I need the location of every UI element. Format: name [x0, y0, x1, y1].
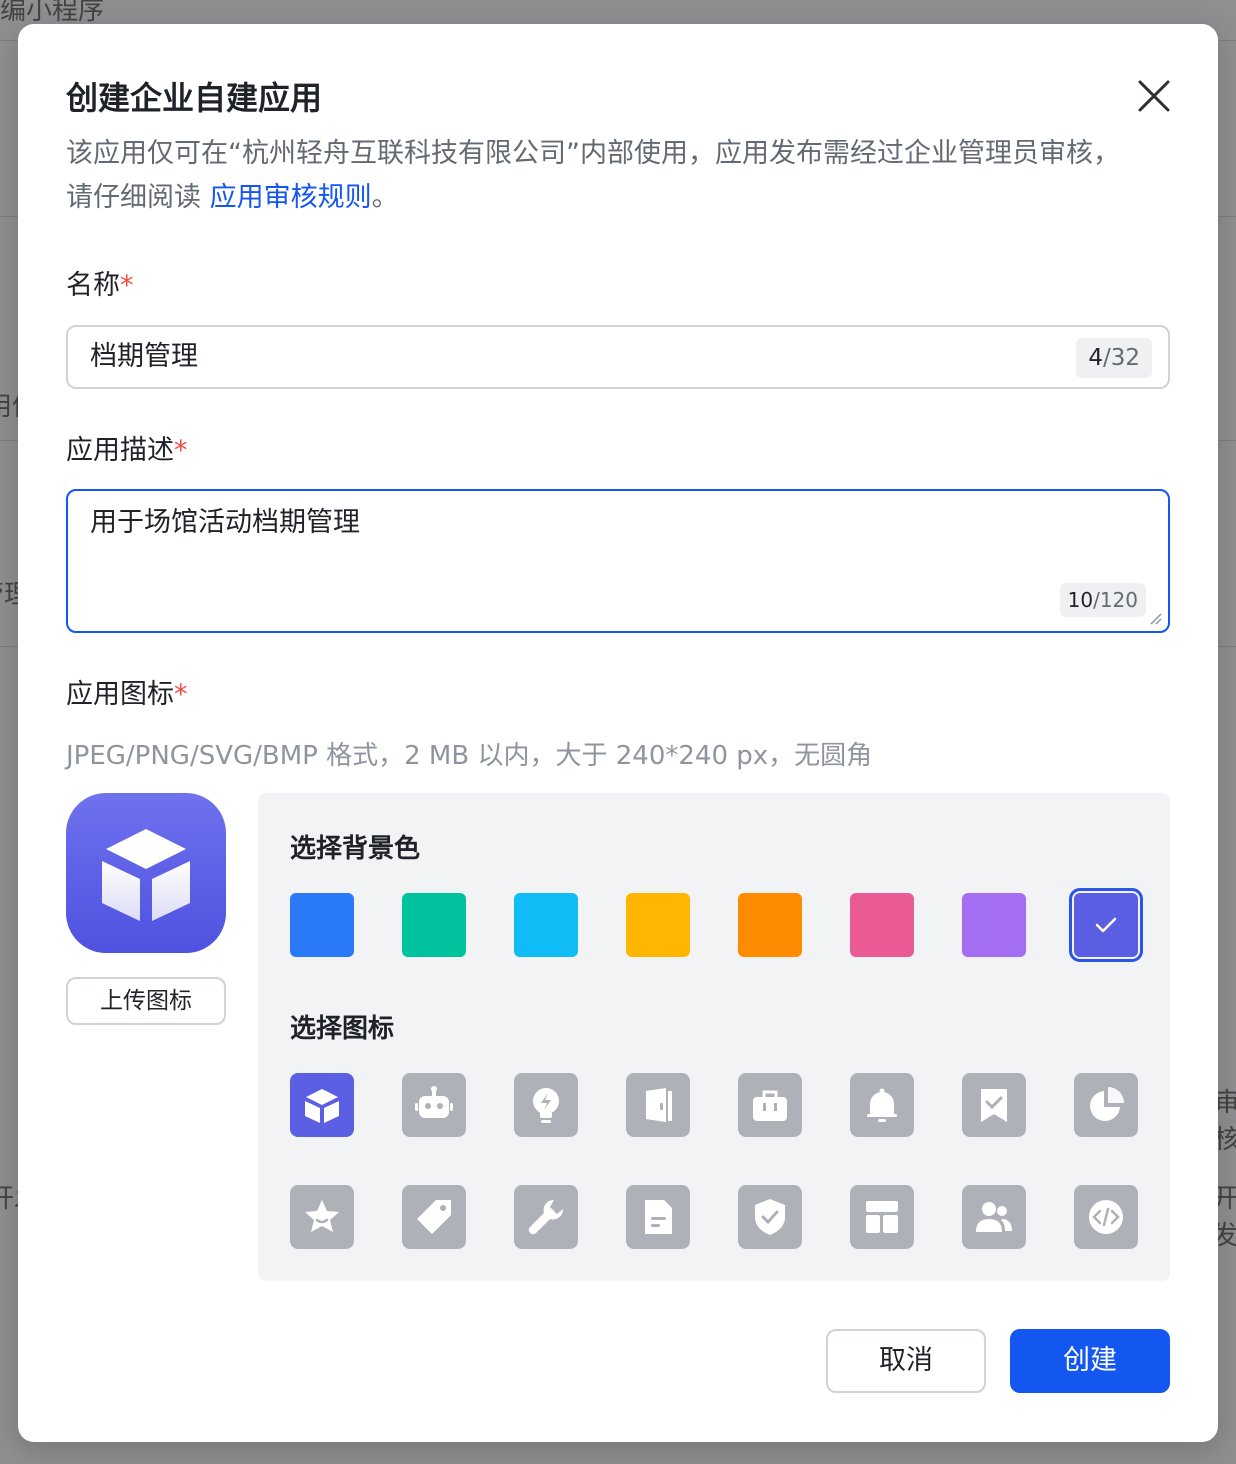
icon-format-hint: JPEG/PNG/SVG/BMP 格式，2 MB 以内，大于 240*240 p…: [66, 741, 873, 771]
description-label: 应用描述*: [66, 433, 188, 469]
icon-option-users[interactable]: [962, 1185, 1026, 1249]
wrench-icon: [528, 1199, 564, 1235]
description-end: 。: [371, 182, 399, 213]
close-icon: [1138, 80, 1170, 112]
icon-option-robot[interactable]: [402, 1073, 466, 1137]
bookmark-check-icon: [981, 1089, 1007, 1122]
icon-label: 应用图标*: [66, 677, 188, 713]
pie-chart-icon: [1090, 1087, 1124, 1121]
description-textarea[interactable]: 用于场馆活动档期管理 10/120: [66, 489, 1170, 633]
icon-option-bell[interactable]: [850, 1073, 914, 1137]
icon-option-document[interactable]: [626, 1185, 690, 1249]
star-icon: [305, 1200, 339, 1232]
create-app-dialog: 创建企业自建应用 该应用仅可在“杭州轻舟互联科技有限公司”内部使用，应用发布需经…: [18, 24, 1218, 1442]
icon-option-shield-check[interactable]: [738, 1185, 802, 1249]
cancel-button[interactable]: 取消: [826, 1329, 986, 1393]
document-icon: [645, 1200, 672, 1234]
door-icon: [646, 1088, 672, 1122]
icon-picker-panel: 选择背景色 选择图标: [258, 793, 1170, 1281]
color-swatch[interactable]: [514, 893, 578, 957]
color-swatch[interactable]: [290, 893, 354, 957]
description-label-text: 应用描述: [66, 435, 174, 466]
close-button[interactable]: [1134, 76, 1174, 116]
app-icon-preview: [66, 793, 226, 953]
dialog-title: 创建企业自建应用: [66, 79, 323, 117]
icon-option-door[interactable]: [626, 1073, 690, 1137]
icon-option-layout[interactable]: [850, 1185, 914, 1249]
name-count-max: /32: [1102, 345, 1140, 371]
icon-option-cube[interactable]: [290, 1073, 354, 1137]
cube-icon: [102, 829, 190, 921]
icon-option-wrench[interactable]: [514, 1185, 578, 1249]
icon-option-code[interactable]: [1074, 1185, 1138, 1249]
required-mark: *: [174, 435, 188, 466]
desc-count-current: 10: [1067, 588, 1094, 612]
icon-option-lightbulb[interactable]: [514, 1073, 578, 1137]
icon-label-text: 应用图标: [66, 679, 174, 710]
bg-color-heading: 选择背景色: [290, 834, 421, 864]
lightbulb-icon: [533, 1088, 559, 1123]
resize-handle-icon[interactable]: [1148, 611, 1162, 625]
name-input[interactable]: 档期管理 4/32: [66, 325, 1170, 389]
color-swatch[interactable]: [1069, 888, 1143, 962]
name-char-counter: 4/32: [1076, 338, 1152, 378]
code-icon: [1089, 1200, 1123, 1234]
description-char-counter: 10/120: [1059, 583, 1146, 617]
upload-icon-button[interactable]: 上传图标: [66, 977, 226, 1025]
layout-icon: [866, 1201, 898, 1233]
briefcase-icon: [753, 1090, 787, 1121]
cube-icon: [305, 1089, 339, 1123]
required-mark: *: [120, 270, 134, 301]
color-swatch[interactable]: [962, 893, 1026, 957]
name-input-value: 档期管理: [90, 341, 198, 372]
name-label-text: 名称: [66, 270, 120, 301]
name-label: 名称*: [66, 268, 134, 304]
robot-icon: [415, 1086, 453, 1118]
icon-option-tag[interactable]: [402, 1185, 466, 1249]
color-swatch[interactable]: [402, 893, 466, 957]
check-icon: [1095, 917, 1117, 933]
icon-option-star[interactable]: [290, 1185, 354, 1249]
color-swatch[interactable]: [626, 893, 690, 957]
icon-option-pie-chart[interactable]: [1074, 1073, 1138, 1137]
background-text: 编小程序: [0, 0, 105, 26]
color-swatch[interactable]: [850, 893, 914, 957]
create-button[interactable]: 创建: [1010, 1329, 1170, 1393]
icon-option-briefcase[interactable]: [738, 1073, 802, 1137]
shield-check-icon: [755, 1199, 785, 1235]
dialog-description: 该应用仅可在“杭州轻舟互联科技有限公司”内部使用，应用发布需经过企业管理员审核，…: [66, 132, 1126, 220]
icon-option-bookmark-check[interactable]: [962, 1073, 1026, 1137]
color-swatch[interactable]: [738, 893, 802, 957]
bell-icon: [867, 1088, 897, 1122]
tag-icon: [417, 1200, 451, 1234]
desc-count-max: /120: [1093, 588, 1138, 612]
review-rules-link[interactable]: 应用审核规则: [210, 182, 372, 213]
description-textarea-value: 用于场馆活动档期管理: [90, 507, 360, 538]
users-icon: [976, 1202, 1012, 1232]
required-mark: *: [174, 679, 188, 710]
icon-heading: 选择图标: [290, 1014, 395, 1044]
name-count-current: 4: [1088, 345, 1103, 371]
